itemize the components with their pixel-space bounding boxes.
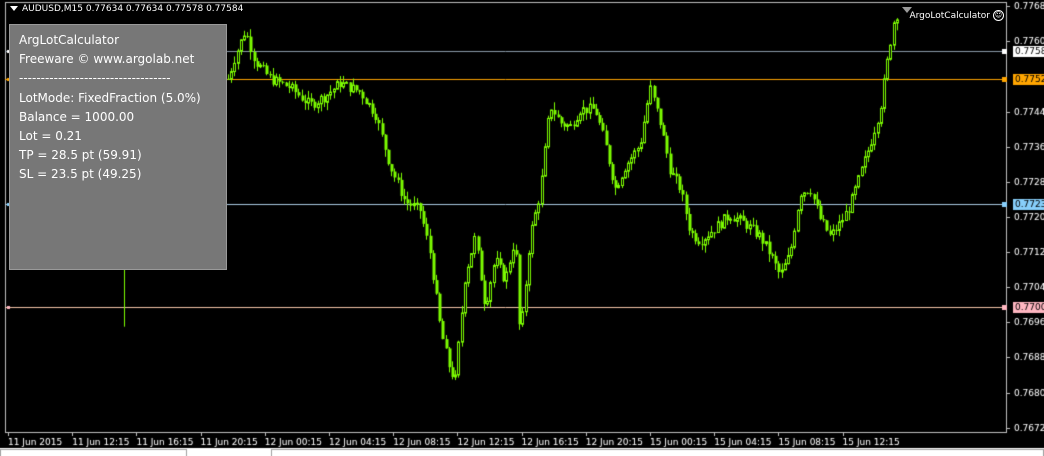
panel-sl: SL = 23.5 pt (49.25): [19, 167, 142, 182]
panel-title: ArgLotCalculator: [19, 33, 120, 47]
panel-lotmode: LotMode: FixedFraction (5.0%): [19, 90, 201, 105]
indicator-name: ArgoLotCalculator: [909, 11, 990, 21]
dropdown-triangle-icon[interactable]: [10, 6, 18, 11]
smiley-icon: ☺: [993, 10, 1004, 21]
panel-separator: -----------------------------------: [19, 71, 171, 86]
indicator-label: ArgoLotCalculator ☺: [909, 10, 1004, 21]
lot-calculator-panel: ArgLotCalculator Freeware © www.argolab.…: [9, 24, 227, 270]
symbol-info: AUDUSD,M15 0.77634 0.77634 0.77578 0.775…: [22, 4, 244, 14]
panel-lot: Lot = 0.21: [19, 129, 82, 144]
panel-copyright: Freeware © www.argolab.net: [19, 52, 195, 67]
panel-balance: Balance = 1000.00: [19, 109, 135, 124]
panel-tp: TP = 28.5 pt (59.91): [19, 148, 142, 163]
symbol-header: AUDUSD,M15 0.77634 0.77634 0.77578 0.775…: [10, 4, 243, 14]
